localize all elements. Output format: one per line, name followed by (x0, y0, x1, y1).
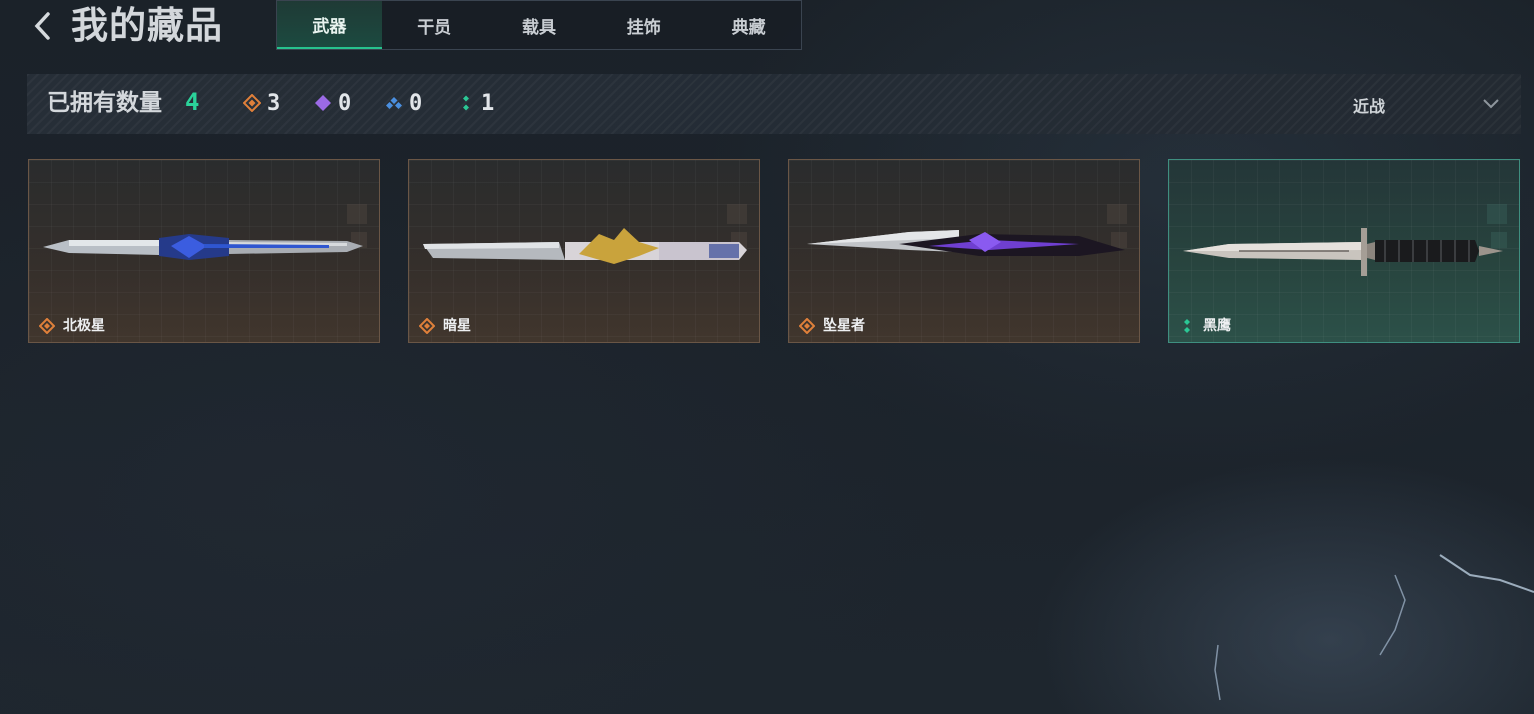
back-button[interactable] (28, 8, 60, 44)
owned-count-label: 已拥有数量 (47, 90, 162, 116)
knife-dagger-icon (1183, 228, 1503, 276)
item-card-dark-star[interactable]: 暗星 (408, 159, 760, 343)
rarity-blue-count: 0 (409, 90, 423, 116)
owned-count-value: 4 (185, 88, 200, 116)
green-dots-icon (463, 95, 469, 111)
tab-operators[interactable]: 干员 (382, 1, 487, 49)
rarity-green: 1 (457, 89, 494, 117)
orange-diamond-icon (39, 318, 55, 334)
rarity-green-count: 1 (481, 90, 495, 116)
tab-collection[interactable]: 典藏 (696, 1, 801, 49)
tab-charms[interactable]: 挂饰 (591, 1, 696, 49)
knife-gold-icon (423, 228, 747, 264)
chevron-down-icon (1483, 99, 1499, 109)
category-tabs: 武器 干员 载具 挂饰 典藏 (276, 0, 802, 50)
rarity-orange-count: 3 (267, 90, 281, 116)
rarity-purple: 0 (314, 89, 351, 117)
green-dots-icon (1184, 319, 1190, 333)
filter-value: 近战 (1353, 97, 1386, 116)
orange-diamond-icon (243, 94, 261, 112)
knife-purple-icon (807, 230, 1125, 256)
tab-vehicles[interactable]: 载具 (487, 1, 592, 49)
item-name: 黑鹰 (1203, 318, 1231, 334)
purple-diamond-icon (315, 95, 331, 111)
knife-blue-icon (43, 234, 363, 260)
item-name: 北极星 (63, 318, 105, 334)
rarity-orange: 3 (243, 89, 280, 117)
page-title: 我的藏品 (71, 4, 223, 47)
rarity-purple-count: 0 (338, 90, 352, 116)
weapon-type-filter[interactable]: 近战 (1343, 88, 1513, 120)
tab-weapons[interactable]: 武器 (277, 1, 382, 49)
item-card-star-faller[interactable]: 坠星者 (788, 159, 1140, 343)
stats-bar: 已拥有数量 4 3 0 0 1 近战 (27, 74, 1521, 134)
item-name: 坠星者 (823, 318, 865, 334)
orange-diamond-icon (799, 318, 815, 334)
item-card-polaris[interactable]: 北极星 (28, 159, 380, 343)
item-name: 暗星 (443, 318, 471, 334)
item-card-black-hawk[interactable]: 黑鹰 (1168, 159, 1520, 343)
orange-diamond-icon (419, 318, 435, 334)
chevron-left-icon (34, 12, 50, 40)
rarity-blue: 0 (385, 89, 422, 117)
blue-diamond-icon (386, 97, 402, 109)
